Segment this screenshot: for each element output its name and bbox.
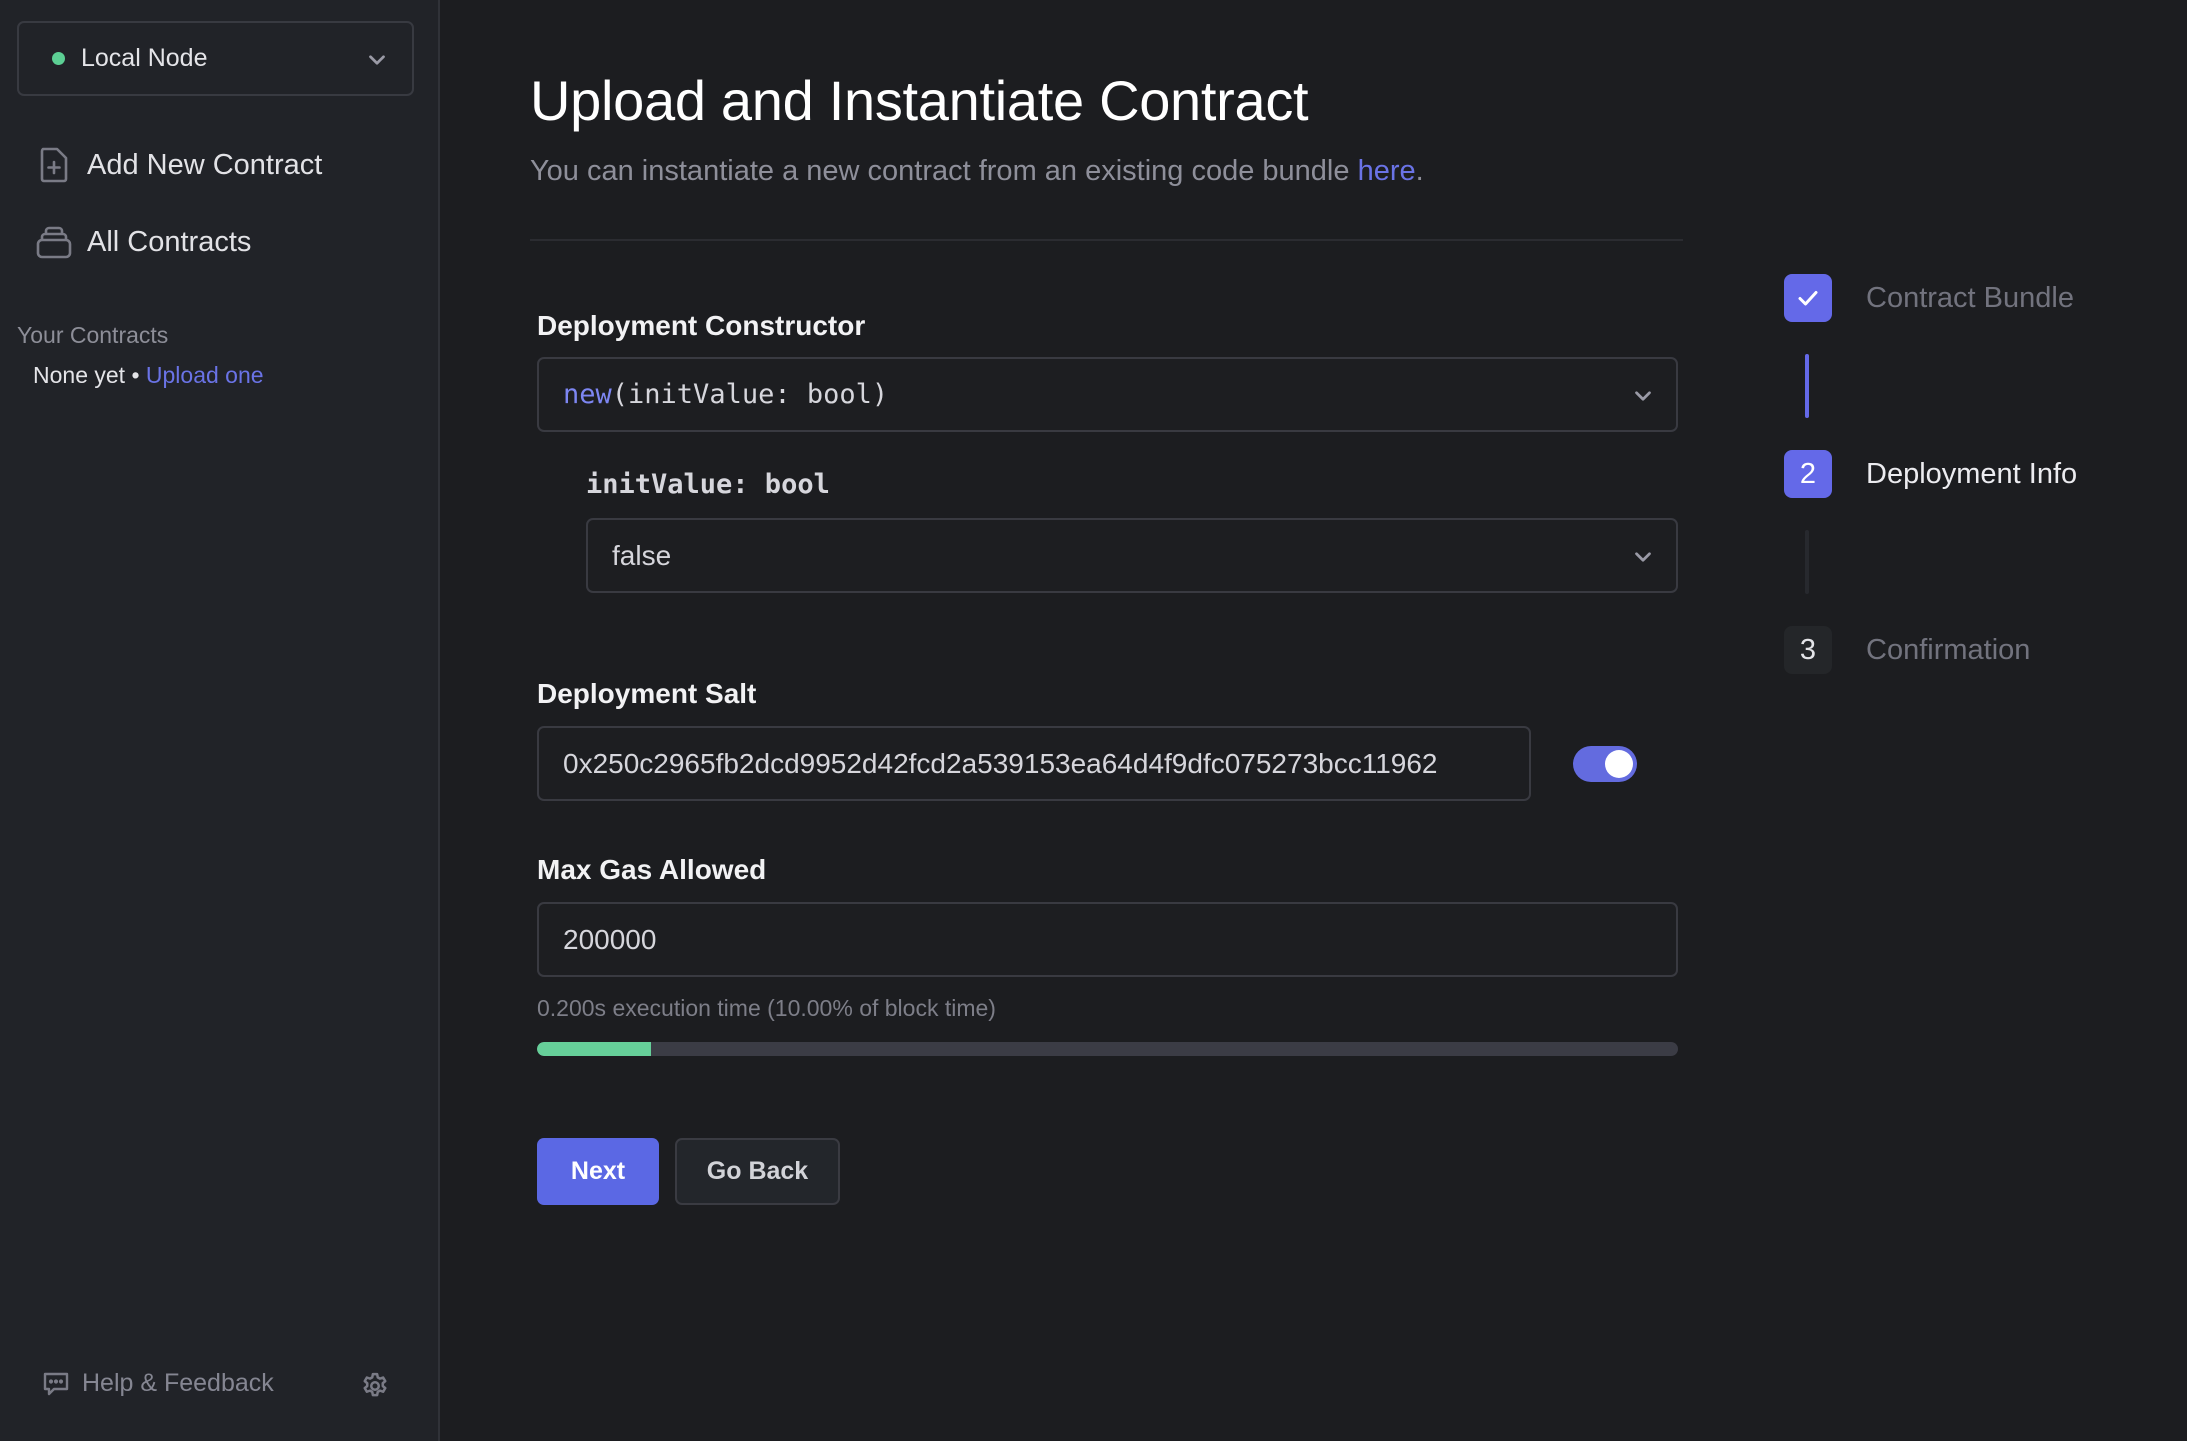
- constructor-select[interactable]: new(initValue: bool): [537, 357, 1678, 432]
- salt-toggle[interactable]: [1573, 746, 1637, 782]
- init-value-select[interactable]: false: [586, 518, 1678, 593]
- subtitle-end: .: [1415, 155, 1424, 187]
- step-confirmation: 3 Confirmation: [1784, 626, 2030, 674]
- sidebar-item-label: All Contracts: [87, 225, 252, 258]
- step-contract-bundle: Contract Bundle: [1784, 274, 2074, 322]
- stack-icon: [36, 224, 72, 260]
- init-value-selected: false: [612, 539, 672, 571]
- your-contracts-heading: Your Contracts: [17, 322, 169, 348]
- step-number: 3: [1784, 626, 1832, 674]
- page-subtitle: You can instantiate a new contract from …: [530, 155, 1424, 188]
- bullet-separator: •: [131, 362, 140, 388]
- help-feedback-label: Help & Feedback: [82, 1369, 274, 1397]
- sidebar-item-all-contracts[interactable]: All Contracts: [36, 224, 251, 260]
- header-divider: [530, 239, 1683, 241]
- constructor-selected-value: new(initValue: bool): [563, 379, 888, 410]
- chat-bubble-icon: [43, 1372, 69, 1395]
- step-connector-pending: [1805, 530, 1809, 594]
- step-connector-complete: [1805, 354, 1809, 418]
- step-label: Confirmation: [1866, 633, 2031, 666]
- constructor-args: (initValue: bool): [611, 379, 889, 410]
- init-value-label: initValue: bool: [586, 469, 830, 500]
- existing-code-bundle-link[interactable]: here: [1358, 155, 1416, 187]
- gas-progress-fill: [537, 1042, 652, 1056]
- gas-progress-bar: [537, 1042, 1678, 1056]
- deployment-constructor-label: Deployment Constructor: [537, 310, 866, 341]
- node-status-dot: [52, 52, 65, 65]
- step-number: 2: [1784, 450, 1832, 498]
- gear-icon[interactable]: [360, 1371, 390, 1401]
- max-gas-input[interactable]: [537, 902, 1678, 977]
- constructor-keyword: new: [563, 379, 612, 410]
- next-button[interactable]: Next: [537, 1138, 659, 1205]
- go-back-button[interactable]: Go Back: [675, 1138, 840, 1205]
- toggle-knob: [1605, 750, 1633, 778]
- subtitle-text: You can instantiate a new contract from …: [530, 155, 1358, 187]
- step-deployment-info: 2 Deployment Info: [1784, 450, 2077, 498]
- chevron-down-icon: [1635, 552, 1651, 562]
- check-icon: [1784, 274, 1832, 322]
- upload-one-link[interactable]: Upload one: [146, 362, 264, 388]
- step-label: Contract Bundle: [1866, 281, 2074, 314]
- step-label: Deployment Info: [1866, 457, 2078, 490]
- file-plus-icon: [36, 147, 72, 183]
- sidebar: Local Node Add New Contract All Contract…: [0, 0, 440, 1441]
- deployment-salt-input[interactable]: [537, 726, 1531, 801]
- sidebar-item-label: Add New Contract: [87, 148, 323, 181]
- node-selector-label: Local Node: [81, 44, 208, 72]
- help-feedback-link[interactable]: Help & Feedback: [42, 1369, 274, 1398]
- execution-time-hint: 0.200s execution time (10.00% of block t…: [537, 995, 996, 1021]
- max-gas-label: Max Gas Allowed: [537, 854, 767, 885]
- deployment-salt-label: Deployment Salt: [537, 678, 757, 709]
- chevron-down-icon: [369, 55, 385, 65]
- chevron-down-icon: [1635, 391, 1651, 401]
- your-contracts-empty: None yet • Upload one: [33, 362, 264, 389]
- sidebar-item-add-new-contract[interactable]: Add New Contract: [36, 147, 322, 183]
- empty-text: None yet: [33, 362, 126, 388]
- main-content: Upload and Instantiate Contract You can …: [442, 0, 2187, 1441]
- node-selector[interactable]: Local Node: [17, 21, 414, 96]
- page-title: Upload and Instantiate Contract: [530, 69, 1309, 132]
